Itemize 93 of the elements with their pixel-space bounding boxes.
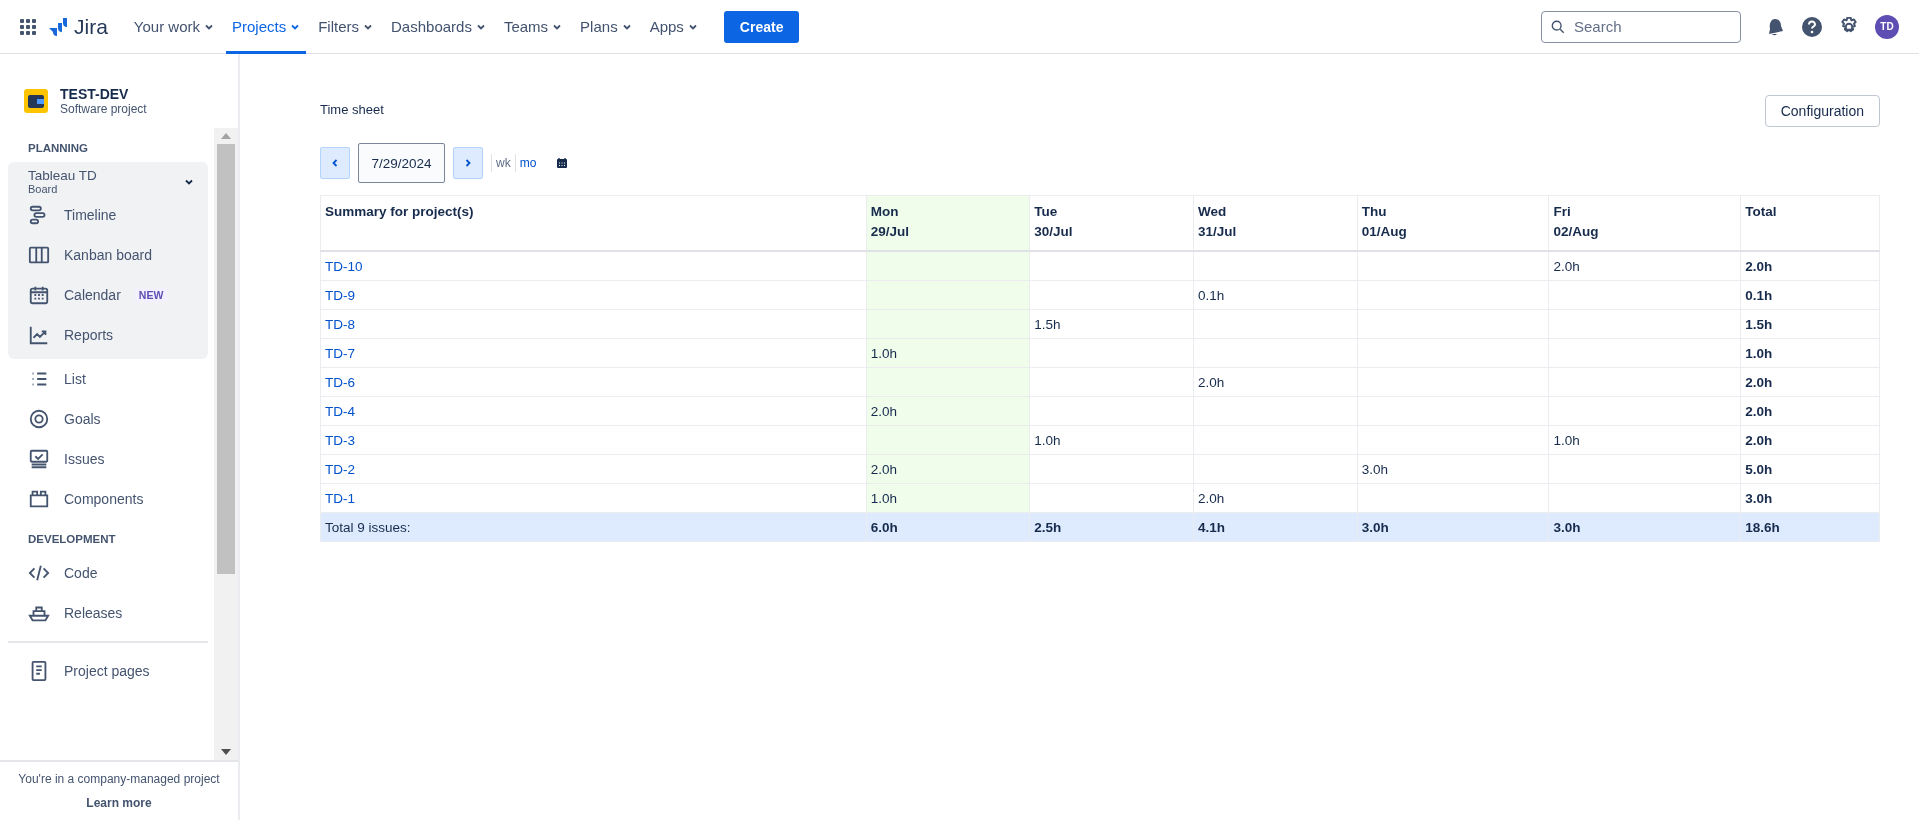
chevron-left-icon	[330, 158, 340, 168]
sidebar-item[interactable]: Calendar NEW	[8, 275, 208, 315]
table-cell: 1.5h	[1029, 309, 1194, 339]
table-cell: 1.0h	[1740, 338, 1880, 368]
sidebar-item[interactable]: Issues	[8, 439, 208, 479]
table-cell: 1.0h	[866, 338, 1030, 368]
target-icon	[28, 408, 50, 430]
calendar-icon[interactable]	[556, 157, 569, 169]
new-badge: NEW	[134, 288, 168, 302]
issue-link[interactable]: TD-6	[325, 374, 355, 390]
issue-link[interactable]: TD-7	[325, 345, 355, 361]
sidebar-item[interactable]: Kanban board	[8, 235, 208, 275]
sidebar-item[interactable]: Components	[8, 479, 208, 519]
nav-menu[interactable]: Apps	[643, 0, 704, 54]
table-cell: 0.1h	[1740, 280, 1880, 310]
calendar-icon	[28, 284, 50, 306]
create-button[interactable]: Create	[723, 10, 800, 43]
date-field[interactable]: 7/29/2024	[358, 143, 445, 183]
table-cell: 2.0h	[1740, 251, 1880, 281]
table-cell: 3.0h	[1357, 512, 1549, 542]
table-cell: 3.0h	[1548, 512, 1741, 542]
issue-link[interactable]: TD-8	[325, 316, 355, 332]
issue-link[interactable]: TD-10	[325, 258, 363, 274]
section-heading: DEVELOPMENT	[27, 532, 117, 547]
app-grid-icon[interactable]	[20, 18, 36, 35]
column-header: Total	[1740, 195, 1880, 251]
nav-menu[interactable]: Dashboards	[385, 0, 492, 54]
issue-link[interactable]: TD-3	[325, 432, 355, 448]
nav-menu[interactable]: Filters	[312, 0, 380, 54]
nav-menu[interactable]: Your work	[127, 0, 220, 54]
table-cell: 1.5h	[1740, 309, 1880, 339]
nav-menu[interactable]: Plans	[574, 0, 638, 54]
table-cell: 4.1h	[1193, 512, 1358, 542]
table-cell: 2.0h	[1193, 483, 1358, 513]
project-name: TEST-DEV	[60, 86, 130, 102]
sidebar-item[interactable]: Releases	[8, 593, 208, 633]
column-header: Wed 31/Jul	[1193, 195, 1358, 251]
project-avatar-icon	[24, 89, 48, 113]
configuration-button[interactable]: Configuration	[1764, 95, 1880, 127]
chevron-right-icon	[463, 158, 473, 168]
table-cell: 2.0h	[1193, 367, 1358, 397]
box-icon	[28, 488, 50, 510]
table-cell: 3.0h	[1357, 454, 1549, 484]
table-cell: 1.0h	[1029, 425, 1194, 455]
table-cell: 6.0h	[866, 512, 1030, 542]
table-cell: 2.0h	[1740, 396, 1880, 426]
board-selector[interactable]: Tableau TD Board	[8, 168, 208, 195]
sidebar-item[interactable]: List	[8, 359, 208, 399]
table-cell: 2.5h	[1029, 512, 1194, 542]
table-cell: Total 9 issues:	[320, 512, 867, 542]
monitor-check-icon	[28, 448, 50, 470]
nav-menu[interactable]: Teams	[497, 0, 569, 54]
footer-text: You're in a company-managed project	[18, 772, 220, 786]
table-cell: 5.0h	[1740, 454, 1880, 484]
table-cell: 1.0h	[1548, 425, 1741, 455]
view-link[interactable]: mo	[514, 154, 541, 172]
column-header: Fri 02/Aug	[1548, 195, 1741, 251]
section-heading: PLANNING	[27, 141, 90, 156]
table-cell: 2.0h	[1740, 425, 1880, 455]
search-field[interactable]: Search	[1541, 10, 1741, 43]
sidebar-item[interactable]: Project pages	[8, 651, 208, 691]
nav-menu[interactable]: Projects	[226, 0, 307, 54]
product-name[interactable]: Jira	[74, 14, 108, 39]
scrollbar[interactable]	[214, 128, 238, 760]
issue-link[interactable]: TD-2	[325, 461, 355, 477]
table-cell: 0.1h	[1193, 280, 1358, 310]
column-header: Mon 29/Jul	[866, 195, 1030, 251]
issue-link[interactable]: TD-9	[325, 287, 355, 303]
issue-link[interactable]: TD-4	[325, 403, 355, 419]
logo-icon	[48, 16, 68, 37]
user-avatar[interactable]: TD	[1875, 14, 1899, 39]
project-type: Software project	[60, 102, 147, 116]
sidebar-item[interactable]: Goals	[8, 399, 208, 439]
page-title: Time sheet	[320, 102, 384, 117]
column-header: Thu 01/Aug	[1357, 195, 1549, 251]
table-cell: 2.0h	[866, 454, 1030, 484]
help-icon[interactable]	[1801, 15, 1823, 38]
learn-more-link[interactable]: Learn more	[86, 796, 152, 810]
table-cell: 1.0h	[866, 483, 1030, 513]
columns-icon	[28, 244, 50, 266]
table-cell: 2.0h	[866, 396, 1030, 426]
table-cell: 3.0h	[1740, 483, 1880, 513]
issue-link[interactable]: TD-1	[325, 490, 355, 506]
table-cell: 2.0h	[1740, 367, 1880, 397]
sidebar-item[interactable]: Code	[8, 553, 208, 593]
sidebar-item[interactable]: Timeline	[8, 195, 208, 235]
table-cell: 2.0h	[1548, 251, 1741, 281]
column-header: Summary for project(s)	[320, 195, 867, 251]
chart-icon	[28, 324, 50, 346]
sidebar-item[interactable]: Reports	[8, 315, 208, 355]
view-link[interactable]: wk	[491, 154, 515, 172]
column-header: Tue 30/Jul	[1029, 195, 1194, 251]
table-cell: 18.6h	[1740, 512, 1880, 542]
